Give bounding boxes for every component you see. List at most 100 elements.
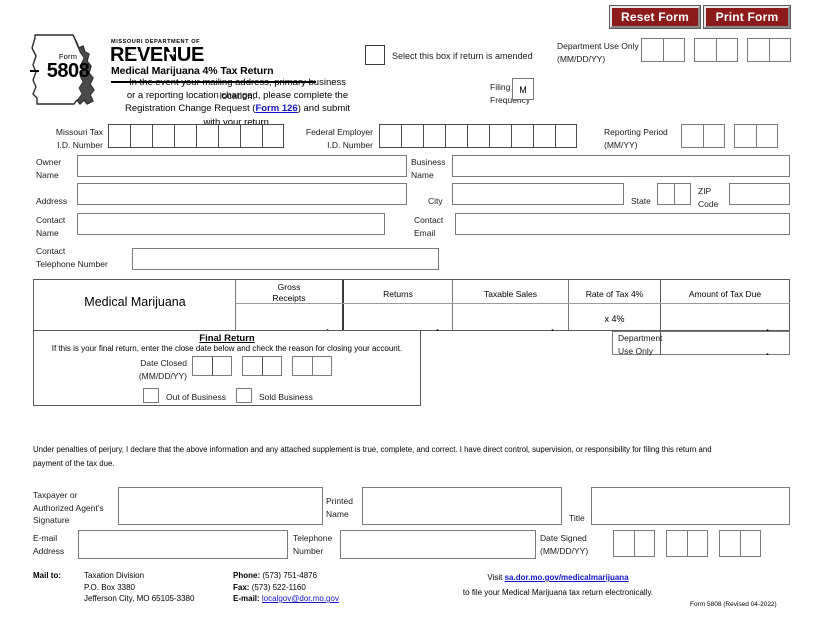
filing-frequency-field[interactable]: M xyxy=(512,78,534,100)
dept-use-amount-input[interactable] xyxy=(662,332,789,354)
email-address-input[interactable] xyxy=(78,530,288,559)
mo-tax-id-cell[interactable] xyxy=(108,124,130,148)
contact-name-input[interactable] xyxy=(77,213,385,235)
visit-line: Visit sa.dor.mo.gov/medicalmarijuana xyxy=(418,572,698,584)
fein-label-2: I.D. Number xyxy=(327,139,373,150)
mailing-address-line-3: Jefferson City, MO 65105-3380 xyxy=(84,594,195,603)
fein-cell[interactable] xyxy=(533,124,555,148)
reporting-period-cell[interactable] xyxy=(681,124,703,148)
city-input[interactable] xyxy=(452,183,624,205)
date-signed-cell[interactable] xyxy=(687,530,708,557)
zip-input[interactable] xyxy=(729,183,790,205)
date-closed-cell[interactable] xyxy=(242,356,262,376)
mo-tax-id-field[interactable] xyxy=(108,124,284,148)
title-input[interactable] xyxy=(591,487,790,525)
mo-tax-id-cell[interactable] xyxy=(262,124,284,148)
reporting-period-cell[interactable] xyxy=(734,124,756,148)
fein-field[interactable] xyxy=(379,124,577,148)
business-name-input[interactable] xyxy=(452,155,790,177)
date-signed-cell[interactable] xyxy=(666,530,687,557)
date-closed-cell[interactable] xyxy=(292,356,312,376)
tax-col-header-line2: Receipts xyxy=(272,293,306,303)
dept-use-year-boxes[interactable] xyxy=(747,38,791,62)
dept-use-cell[interactable] xyxy=(769,38,791,62)
date-signed-month[interactable] xyxy=(613,530,655,557)
fein-cell[interactable] xyxy=(401,124,423,148)
out-of-business-checkbox[interactable] xyxy=(143,388,159,403)
returns-input[interactable] xyxy=(344,304,451,330)
mo-tax-id-cell[interactable] xyxy=(196,124,218,148)
date-closed-cell[interactable] xyxy=(312,356,332,376)
dept-use-only-table-label-2: Use Only xyxy=(618,345,653,356)
final-return-subtitle: If this is your final return, enter the … xyxy=(51,344,403,353)
footer-email-link[interactable]: localgov@dor.mo.gov xyxy=(262,594,339,603)
date-closed-month[interactable] xyxy=(192,356,232,376)
dept-use-cell[interactable] xyxy=(716,38,738,62)
date-signed-year[interactable] xyxy=(719,530,761,557)
date-closed-year[interactable] xyxy=(292,356,332,376)
date-signed-day[interactable] xyxy=(666,530,708,557)
tax-col-header-line1: Gross xyxy=(277,282,301,292)
form-126-link[interactable]: Form 126 xyxy=(255,103,297,114)
dept-use-month-boxes[interactable] xyxy=(641,38,685,62)
reporting-period-cell[interactable] xyxy=(756,124,778,148)
zip-label-1: ZIP xyxy=(698,186,712,196)
print-form-button[interactable]: Print Form xyxy=(704,6,790,28)
printed-name-input[interactable] xyxy=(362,487,562,525)
business-name-label-2: Name xyxy=(411,169,434,180)
mo-tax-id-cell[interactable] xyxy=(218,124,240,148)
date-closed-label: Date Closed (MM/DD/YY) xyxy=(125,357,187,382)
state-cell[interactable] xyxy=(657,183,674,205)
contact-phone-label-2: Telephone Number xyxy=(36,258,108,269)
reporting-period-year[interactable] xyxy=(734,124,778,148)
dept-use-cell[interactable] xyxy=(663,38,685,62)
fein-cell[interactable] xyxy=(445,124,467,148)
fax-value: (573) 522-1160 xyxy=(251,582,306,592)
date-closed-cell[interactable] xyxy=(192,356,212,376)
date-closed-day[interactable] xyxy=(242,356,282,376)
visit-subline: to file your Medical Marijuana tax retur… xyxy=(462,588,654,597)
sold-business-checkbox[interactable] xyxy=(236,388,252,403)
mailing-address-line-2: P.O. Box 3380 xyxy=(84,582,135,592)
date-signed-cell[interactable] xyxy=(613,530,634,557)
taxable-sales-input[interactable] xyxy=(453,304,567,330)
mo-tax-id-cell[interactable] xyxy=(240,124,262,148)
signature-input[interactable] xyxy=(118,487,323,525)
owner-name-input[interactable] xyxy=(77,155,407,177)
dept-use-cell[interactable] xyxy=(694,38,716,62)
state-field[interactable] xyxy=(657,183,691,205)
fein-cell[interactable] xyxy=(511,124,533,148)
amended-checkbox[interactable] xyxy=(365,45,385,65)
contact-email-input[interactable] xyxy=(455,213,790,235)
date-closed-cell[interactable] xyxy=(212,356,232,376)
mo-tax-id-cell[interactable] xyxy=(152,124,174,148)
date-signed-cell[interactable] xyxy=(634,530,655,557)
date-signed-cell[interactable] xyxy=(740,530,761,557)
telephone-number-label-1: Telephone xyxy=(293,533,333,543)
fein-cell[interactable] xyxy=(423,124,445,148)
fein-cell[interactable] xyxy=(467,124,489,148)
mo-tax-id-cell[interactable] xyxy=(130,124,152,148)
dept-use-cell[interactable] xyxy=(747,38,769,62)
date-closed-cell[interactable] xyxy=(262,356,282,376)
fein-cell[interactable] xyxy=(555,124,577,148)
telephone-number-input[interactable] xyxy=(340,530,536,559)
address-input[interactable] xyxy=(77,183,407,205)
fein-cell[interactable] xyxy=(379,124,401,148)
mo-tax-id-cell[interactable] xyxy=(174,124,196,148)
date-signed-cell[interactable] xyxy=(719,530,740,557)
reporting-period-cell[interactable] xyxy=(703,124,725,148)
fein-cell[interactable] xyxy=(489,124,511,148)
dept-use-only-label: Department Use Only (MM/DD/YY) xyxy=(557,40,639,65)
telephone-number-label: Telephone Number xyxy=(293,532,332,557)
reset-form-label: Reset Form xyxy=(620,10,690,24)
state-cell[interactable] xyxy=(674,183,691,205)
dept-use-day-boxes[interactable] xyxy=(694,38,738,62)
city-label: City xyxy=(428,196,443,206)
amount-of-tax-due-input[interactable] xyxy=(661,304,789,330)
reset-form-button[interactable]: Reset Form xyxy=(610,6,700,28)
dept-use-cell[interactable] xyxy=(641,38,663,62)
medicalmarijuana-link[interactable]: sa.dor.mo.gov/medicalmarijuana xyxy=(505,573,629,582)
contact-phone-input[interactable] xyxy=(132,248,439,270)
reporting-period-month[interactable] xyxy=(681,124,725,148)
